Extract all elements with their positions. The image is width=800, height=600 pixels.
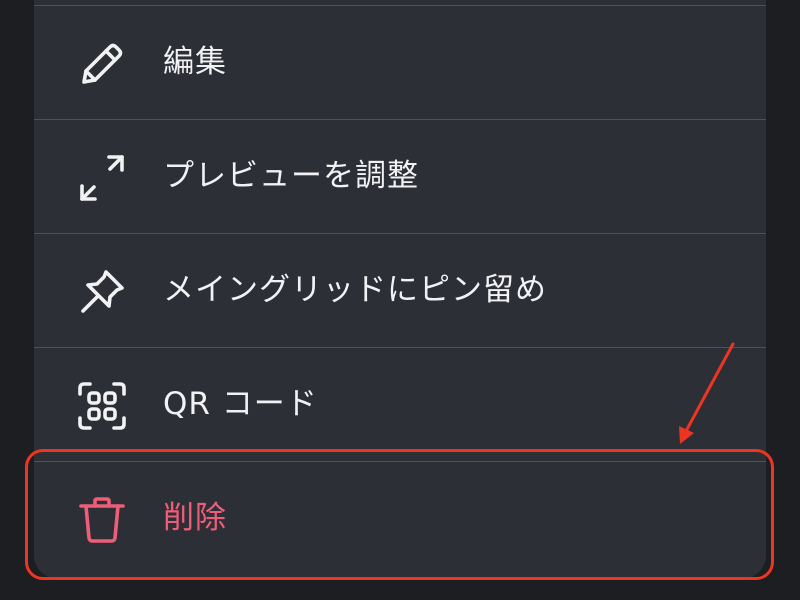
menu-item-adjust-preview[interactable]: プレビューを調整: [34, 119, 766, 233]
expand-corners-icon: [76, 152, 128, 204]
pencil-icon: [76, 38, 128, 90]
menu-item-label: メイングリッドにピン留め: [163, 272, 547, 308]
menu-item-qr-code[interactable]: QR コード: [34, 347, 766, 461]
menu-item-pin-to-main-grid[interactable]: メイングリッドにピン留め: [34, 233, 766, 347]
menu-item-label: QR コード: [163, 386, 318, 422]
annotation-highlight-box: [25, 449, 774, 580]
qr-code-icon: [76, 380, 128, 432]
pin-icon: [76, 266, 128, 318]
menu-item-label: 編集: [163, 44, 227, 80]
screen: 編集 プレビューを調整 メイングリッドにピン留め QR コード 削除: [0, 0, 800, 600]
menu-item-label: プレビューを調整: [163, 158, 419, 194]
menu-item-edit[interactable]: 編集: [34, 5, 766, 119]
